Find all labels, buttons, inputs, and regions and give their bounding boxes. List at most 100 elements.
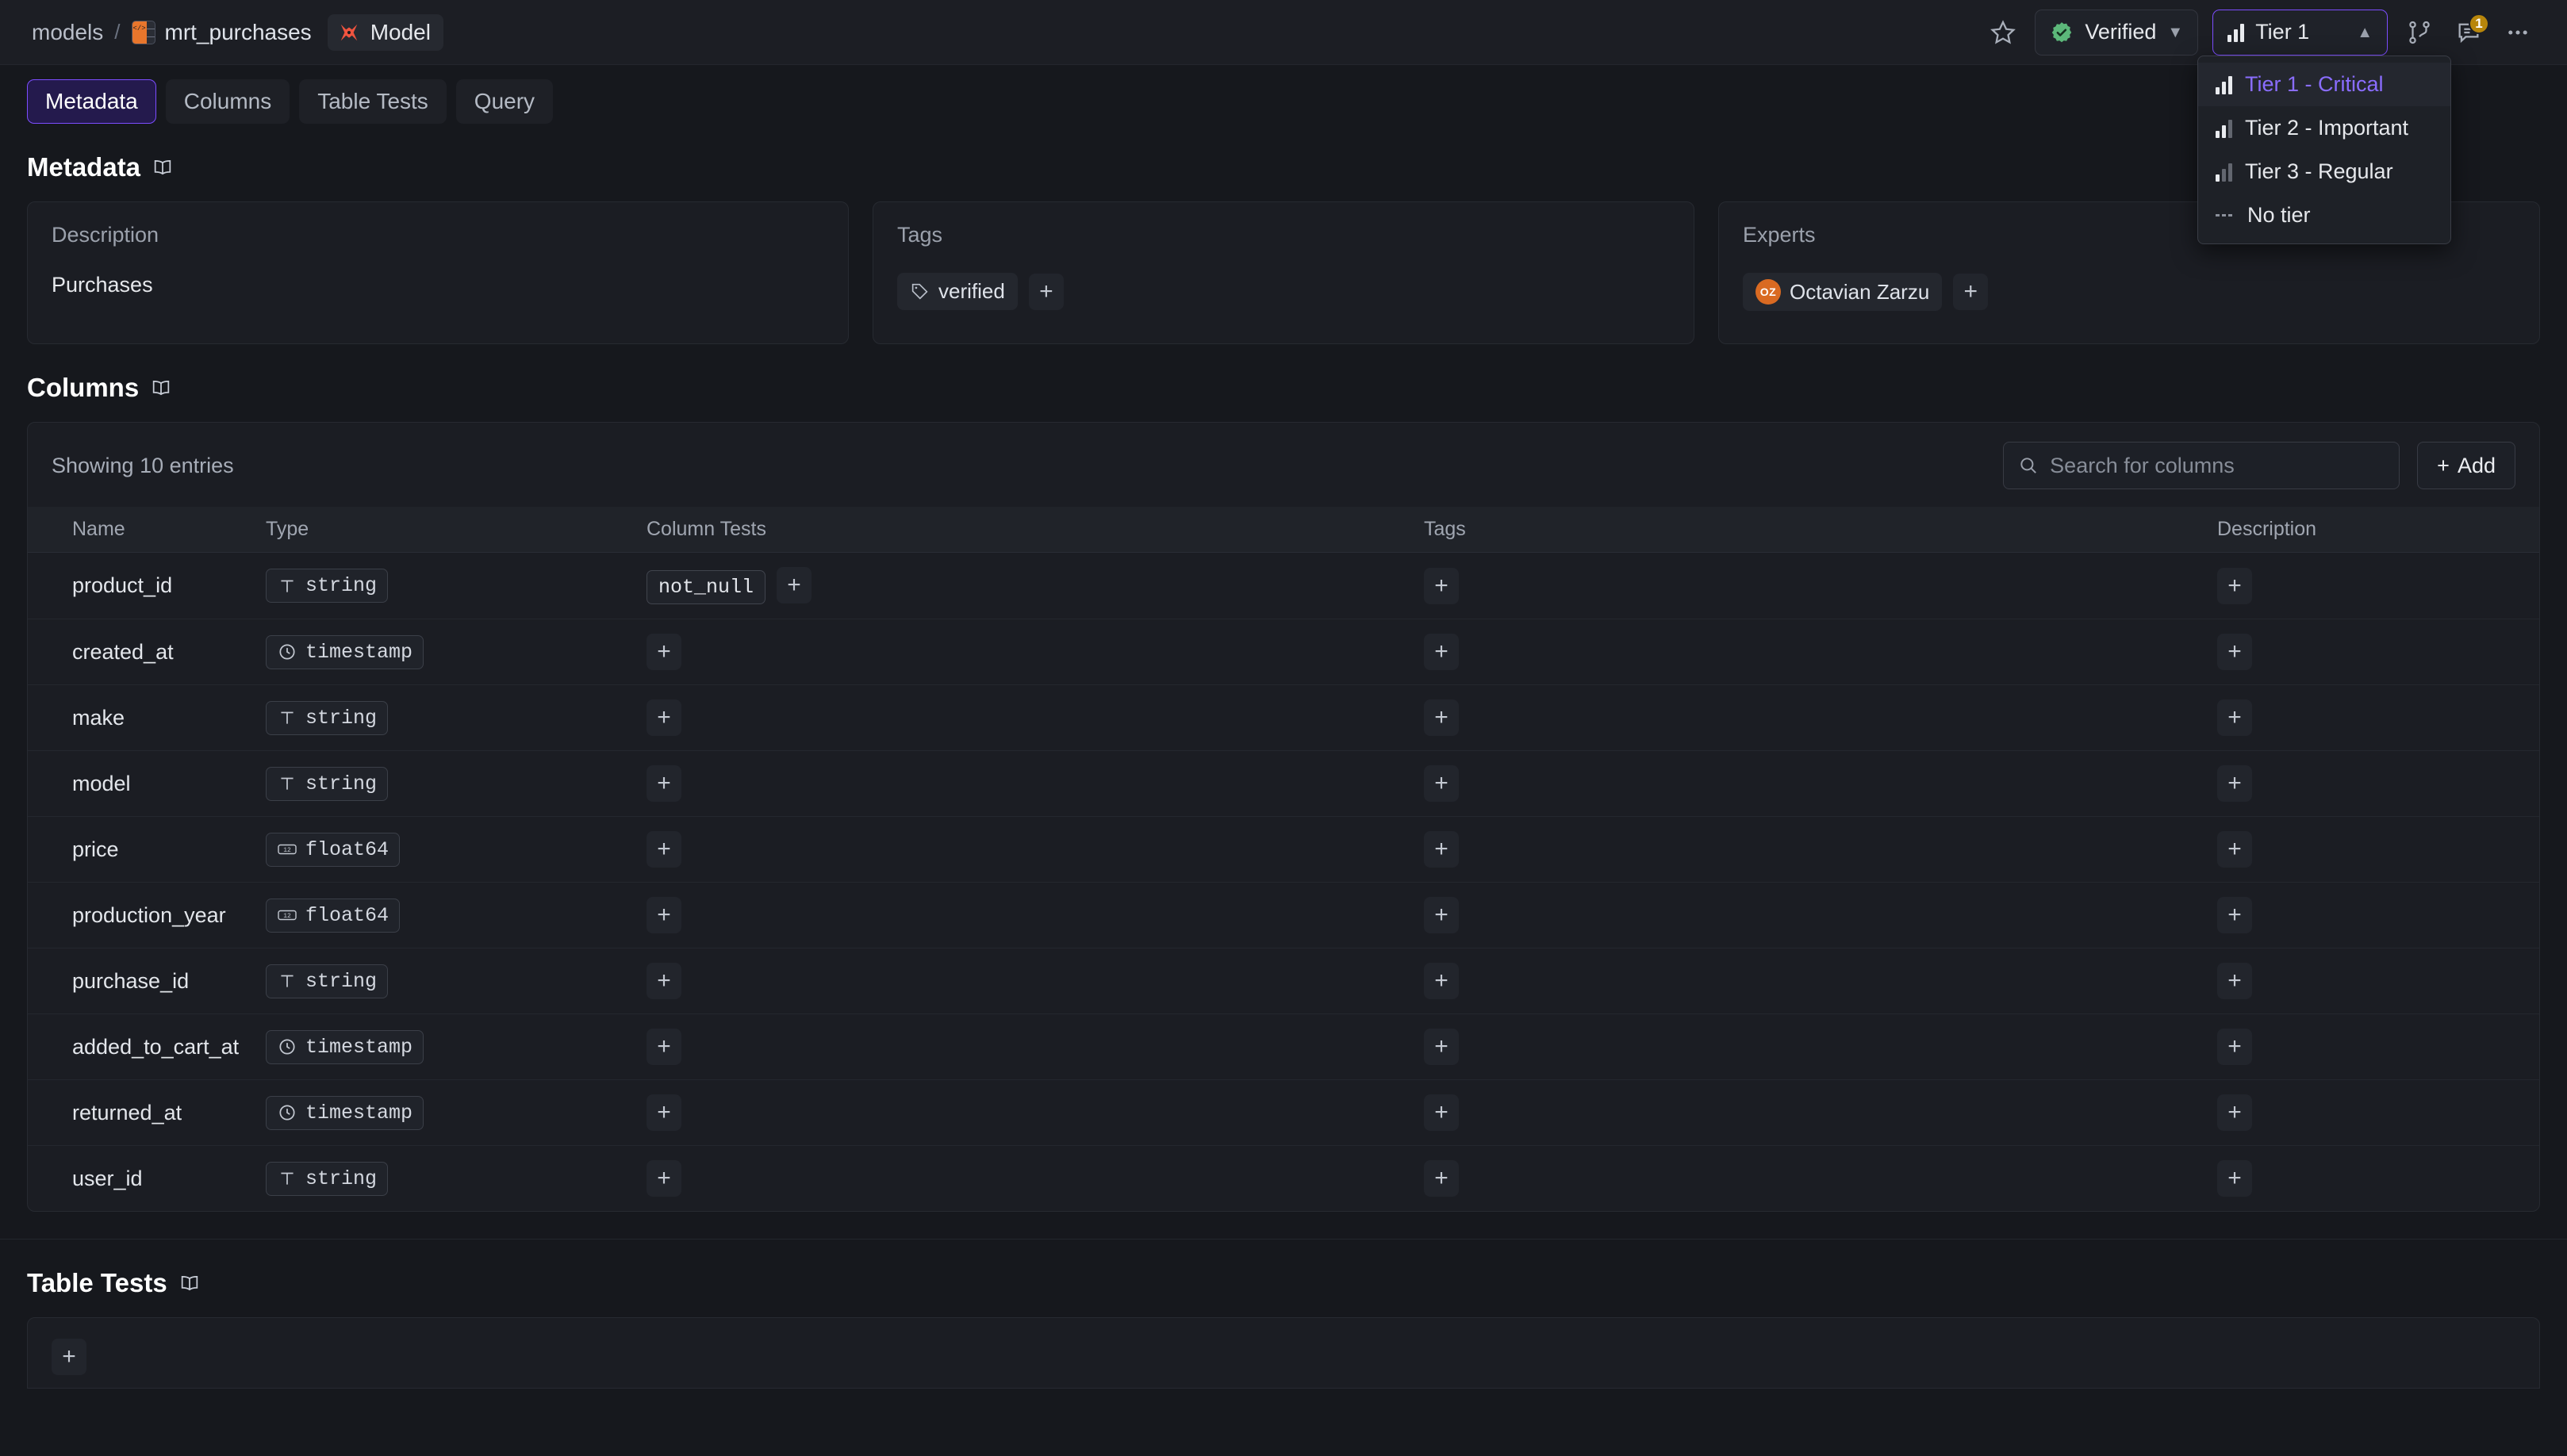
add-column-tag-button[interactable]: + bbox=[1424, 963, 1459, 999]
tab-columns[interactable]: Columns bbox=[165, 79, 290, 124]
column-type-cell: timestamp bbox=[266, 1079, 647, 1146]
type-badge: timestamp bbox=[266, 1029, 424, 1064]
add-column-tag-button[interactable]: + bbox=[1424, 634, 1459, 670]
column-tests-cell: + bbox=[647, 750, 1424, 817]
add-column-description-button[interactable]: + bbox=[2217, 699, 2252, 736]
add-column-description-button[interactable]: + bbox=[2217, 831, 2252, 868]
tab-query[interactable]: Query bbox=[455, 79, 554, 124]
expert-chip[interactable]: OZ Octavian Zarzu bbox=[1743, 273, 1943, 311]
breadcrumb-table-label[interactable]: mrt_purchases bbox=[165, 20, 312, 45]
docs-book-icon[interactable] bbox=[152, 159, 174, 176]
column-tags-cell: + bbox=[1424, 619, 2217, 685]
table-row[interactable]: created_at timestamp + + + bbox=[28, 619, 2539, 685]
table-row[interactable]: make string + + + bbox=[28, 684, 2539, 751]
table-row[interactable]: purchase_id string + + + bbox=[28, 948, 2539, 1014]
add-column-test-button[interactable]: + bbox=[647, 897, 681, 933]
add-column-tag-button[interactable]: + bbox=[1424, 567, 1459, 604]
add-tag-button[interactable]: + bbox=[1028, 273, 1064, 310]
add-column-description-button[interactable]: + bbox=[2217, 634, 2252, 670]
comment-icon[interactable]: 1 bbox=[2451, 13, 2489, 50]
tier-option-3[interactable]: Tier 3 - Regular bbox=[2198, 150, 2450, 193]
column-tags-cell: + bbox=[1424, 1013, 2217, 1080]
search-input[interactable] bbox=[2050, 453, 2385, 478]
column-name: created_at bbox=[28, 619, 266, 685]
add-column-tag-button[interactable]: + bbox=[1424, 831, 1459, 868]
add-column-test-button[interactable]: + bbox=[647, 765, 681, 802]
add-expert-button[interactable]: + bbox=[1953, 274, 1989, 310]
add-column-test-button[interactable]: + bbox=[647, 1094, 681, 1131]
tier-option-1-label: Tier 1 - Critical bbox=[2245, 72, 2384, 96]
columns-search[interactable] bbox=[2003, 442, 2400, 489]
tier-dropdown-menu: Tier 1 - Critical Tier 2 - Important Tie… bbox=[2197, 56, 2451, 244]
git-branch-icon[interactable] bbox=[2402, 15, 2437, 50]
column-tests-cell: + bbox=[647, 619, 1424, 685]
table-tests-heading: Table Tests bbox=[27, 1268, 167, 1297]
column-test-chip[interactable]: not_null bbox=[647, 570, 766, 604]
verified-status-dropdown[interactable]: Verified ▼ bbox=[2035, 9, 2199, 56]
add-column-description-button[interactable]: + bbox=[2217, 1094, 2252, 1131]
table-row[interactable]: production_year 12 float64 + + + bbox=[28, 882, 2539, 948]
add-column-description-button[interactable]: + bbox=[2217, 963, 2252, 999]
svg-text:12: 12 bbox=[283, 847, 291, 854]
dbt-model-table-icon bbox=[131, 20, 155, 44]
add-column-test-button[interactable]: + bbox=[647, 699, 681, 736]
table-row[interactable]: added_to_cart_at timestamp + + + bbox=[28, 1013, 2539, 1080]
add-table-test-button[interactable]: + bbox=[52, 1339, 86, 1375]
add-column-button[interactable]: + Add bbox=[2417, 442, 2515, 489]
table-row[interactable]: user_id string + + + bbox=[28, 1146, 2539, 1212]
add-column-test-button[interactable]: + bbox=[647, 634, 681, 670]
add-column-test-button[interactable]: + bbox=[647, 831, 681, 868]
add-column-test-button[interactable]: + bbox=[647, 963, 681, 999]
add-column-description-button[interactable]: + bbox=[2217, 1029, 2252, 1065]
column-tags-cell: + bbox=[1424, 552, 2217, 619]
description-value[interactable]: Purchases bbox=[52, 273, 824, 297]
type-badge: 12 float64 bbox=[266, 898, 401, 933]
column-type-cell: string bbox=[266, 684, 647, 751]
breadcrumb-root[interactable]: models bbox=[32, 20, 103, 45]
column-tags-cell: + bbox=[1424, 684, 2217, 751]
tag-chip-verified[interactable]: verified bbox=[897, 273, 1018, 310]
type-label: timestamp bbox=[305, 1101, 413, 1125]
tags-card: Tags verified + bbox=[873, 201, 1694, 344]
column-description-cell: + bbox=[2217, 1146, 2539, 1212]
type-badge: 12 float64 bbox=[266, 832, 401, 867]
tier-option-1[interactable]: Tier 1 - Critical bbox=[2198, 63, 2450, 106]
add-column-tag-button[interactable]: + bbox=[1424, 897, 1459, 933]
tab-metadata[interactable]: Metadata bbox=[27, 79, 156, 124]
add-column-description-button[interactable]: + bbox=[2217, 1160, 2252, 1197]
type-label: string bbox=[305, 772, 378, 795]
add-column-tag-button[interactable]: + bbox=[1424, 1094, 1459, 1131]
table-row[interactable]: returned_at timestamp + + + bbox=[28, 1079, 2539, 1146]
add-column-test-button[interactable]: + bbox=[647, 1160, 681, 1197]
add-column-tag-button[interactable]: + bbox=[1424, 699, 1459, 736]
columns-table-header: Name Type Column Tests Tags Description bbox=[28, 507, 2539, 553]
columns-panel: Showing 10 entries + Add Name Type Colum… bbox=[27, 422, 2540, 1212]
tier-option-2[interactable]: Tier 2 - Important bbox=[2198, 106, 2450, 150]
tier-dropdown[interactable]: Tier 1 ▲ bbox=[2212, 9, 2388, 56]
add-column-test-button[interactable]: + bbox=[647, 1029, 681, 1065]
add-column-tag-button[interactable]: + bbox=[1424, 765, 1459, 802]
column-tests-cell: + bbox=[647, 816, 1424, 883]
table-row[interactable]: price 12 float64 + + + bbox=[28, 816, 2539, 883]
tier-option-none[interactable]: No tier bbox=[2198, 193, 2450, 237]
table-row[interactable]: product_id string not_null + + + bbox=[28, 552, 2539, 619]
add-column-description-button[interactable]: + bbox=[2217, 765, 2252, 802]
type-badge: timestamp bbox=[266, 634, 424, 669]
add-column-description-button[interactable]: + bbox=[2217, 567, 2252, 604]
metadata-section-title: Metadata bbox=[0, 152, 2567, 182]
docs-book-icon[interactable] bbox=[178, 1274, 201, 1292]
add-column-tag-button[interactable]: + bbox=[1424, 1029, 1459, 1065]
tab-table-tests[interactable]: Table Tests bbox=[299, 79, 447, 124]
add-column-tag-button[interactable]: + bbox=[1424, 1160, 1459, 1197]
column-description-cell: + bbox=[2217, 948, 2539, 1014]
header-name: Name bbox=[28, 507, 266, 553]
add-column-test-button[interactable]: + bbox=[777, 567, 812, 603]
star-icon[interactable] bbox=[1986, 15, 2020, 50]
docs-book-icon[interactable] bbox=[150, 379, 172, 397]
ellipsis-icon[interactable] bbox=[2500, 15, 2535, 50]
table-row[interactable]: model string + + + bbox=[28, 750, 2539, 817]
type-label: timestamp bbox=[305, 640, 413, 664]
add-column-description-button[interactable]: + bbox=[2217, 897, 2252, 933]
header-description: Description bbox=[2217, 507, 2539, 553]
tag-chip-label: verified bbox=[938, 279, 1005, 303]
